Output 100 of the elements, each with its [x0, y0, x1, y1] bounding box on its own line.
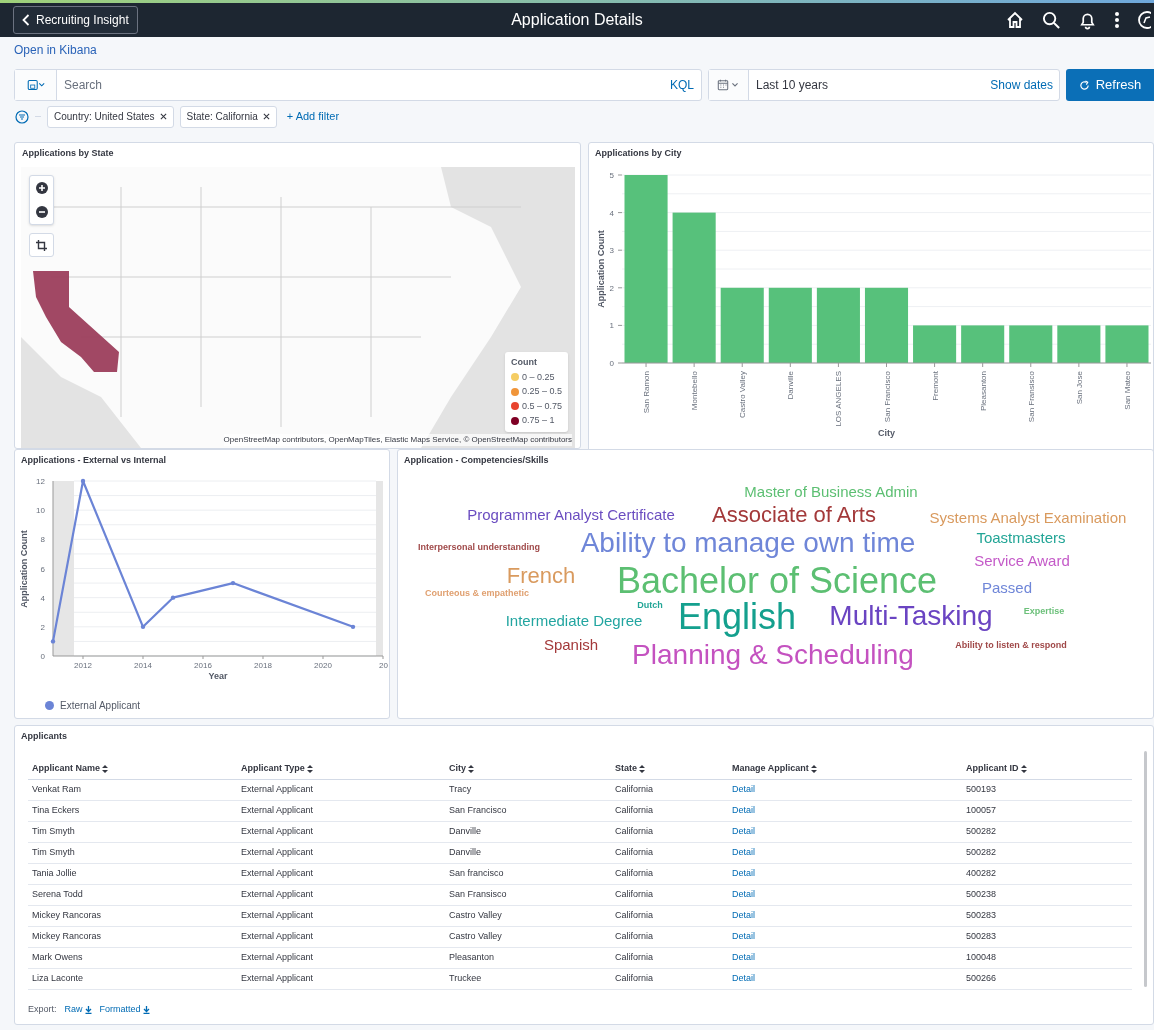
- detail-link[interactable]: Detail: [732, 805, 755, 816]
- table-cell-text: California: [614, 888, 655, 902]
- scrollbar[interactable]: [1144, 751, 1147, 987]
- axis-tick-label: 2016: [194, 661, 212, 670]
- axis-title: Application Count: [19, 530, 29, 608]
- detail-link[interactable]: Detail: [732, 784, 755, 795]
- table-cell-text: San Fransisco: [448, 888, 508, 902]
- column-header[interactable]: Applicant Name: [28, 761, 237, 776]
- table-cell-text: External Applicant: [240, 804, 315, 818]
- word-cloud-term: Toastmasters: [976, 529, 1066, 545]
- word-cloud-term: English: [677, 599, 797, 635]
- open-in-kibana-link[interactable]: Open in Kibana: [14, 41, 97, 59]
- axis-tick-label: 4: [609, 208, 614, 218]
- detail-link[interactable]: Detail: [732, 973, 755, 984]
- table-cell-text: San Francisco: [448, 804, 508, 818]
- table-cell-text: 500282: [965, 846, 998, 860]
- kql-button[interactable]: KQL: [663, 70, 701, 100]
- filter-icon[interactable]: [15, 109, 29, 124]
- show-dates-button[interactable]: Show dates: [984, 76, 1059, 94]
- add-filter-link[interactable]: + Add filter: [286, 108, 340, 125]
- axis-title: Application Count: [596, 230, 606, 308]
- quick-select-button[interactable]: [709, 70, 749, 100]
- table-cell-text: California: [614, 867, 655, 881]
- column-header[interactable]: Applicant ID: [962, 761, 1132, 776]
- table-cell-text: Venkat Ram: [31, 783, 83, 797]
- detail-link[interactable]: Detail: [732, 826, 755, 837]
- column-header[interactable]: Applicant Type: [237, 761, 445, 776]
- word-cloud-term: Associate of Arts: [712, 504, 876, 526]
- saved-query-button[interactable]: [15, 70, 57, 100]
- table-cell-text: External Applicant: [240, 867, 315, 881]
- axis-tick-label: 12: [36, 477, 45, 486]
- category-label: San Mateo: [1122, 371, 1132, 410]
- legend-label[interactable]: External Applicant: [60, 698, 141, 713]
- detail-link[interactable]: Detail: [732, 931, 755, 942]
- detail-link[interactable]: Detail: [732, 910, 755, 921]
- export-label: Export:: [28, 1003, 57, 1016]
- table-cell-text: Serena Todd: [31, 888, 84, 902]
- floppy-disk-icon: [26, 79, 45, 91]
- word-cloud-term: Programmer Analyst Certificate: [467, 506, 675, 522]
- table-cell-text: Liza Laconte: [31, 972, 85, 986]
- column-header[interactable]: City: [445, 761, 611, 776]
- table-cell-text: External Applicant: [240, 972, 315, 986]
- axis-tick-label: 2: [40, 622, 45, 632]
- category-label: Castro Valley: [738, 371, 748, 418]
- column-header[interactable]: State: [611, 761, 728, 776]
- table-cell-text: California: [614, 972, 655, 986]
- export-link[interactable]: Formatted: [99, 1003, 150, 1017]
- axis-tick-label: 3: [609, 246, 614, 256]
- table-cell-text: California: [614, 909, 655, 923]
- detail-link[interactable]: Detail: [732, 889, 755, 900]
- sort-icon: [810, 764, 817, 773]
- home-icon[interactable]: [1005, 10, 1025, 30]
- table-cell-text: Pleasanton: [448, 951, 496, 965]
- filter-pill[interactable]: State: California: [179, 105, 277, 128]
- category-label: Fremont: [930, 371, 940, 401]
- compass-icon[interactable]: [1137, 10, 1151, 30]
- bar: [913, 325, 957, 363]
- category-label: San Ramon: [642, 371, 652, 414]
- notification-bell-icon[interactable]: [1078, 10, 1097, 30]
- word-cloud-term: Ability to listen & respond: [955, 640, 1067, 650]
- table-cell-text: California: [614, 825, 655, 839]
- search-icon[interactable]: [1042, 10, 1061, 30]
- data-point: [350, 624, 356, 630]
- word-cloud-term: Ability to manage own time: [580, 529, 916, 557]
- column-header[interactable]: Manage Applicant: [728, 761, 962, 776]
- close-icon[interactable]: [159, 113, 167, 120]
- filter-pill[interactable]: Country: United States: [47, 105, 174, 128]
- axis-title: Year: [208, 671, 228, 681]
- table-cell-text: 500266: [965, 972, 998, 986]
- more-options-icon[interactable]: [1114, 10, 1120, 30]
- axis-tick-label: 2020: [314, 661, 332, 670]
- table-cell-text: California: [614, 846, 655, 860]
- crop-button[interactable]: [29, 233, 54, 257]
- refresh-button[interactable]: Refresh: [1066, 69, 1154, 101]
- filter-label[interactable]: Country: United States: [54, 109, 155, 124]
- detail-link[interactable]: Detail: [732, 847, 755, 858]
- close-icon[interactable]: [262, 113, 270, 120]
- chevron-left-icon: [22, 14, 30, 26]
- time-range-text[interactable]: Last 10 years: [749, 76, 985, 94]
- export-link[interactable]: Raw: [64, 1003, 92, 1017]
- table-cell-text: Danville: [448, 846, 482, 860]
- table-cell-text: 500283: [965, 909, 998, 923]
- table-cell-text: 500238: [965, 888, 998, 902]
- detail-link[interactable]: Detail: [732, 868, 755, 879]
- back-button[interactable]: Recruiting Insight: [13, 6, 138, 34]
- axis-tick-label: 2018: [254, 661, 272, 670]
- refresh-icon: [1078, 79, 1090, 91]
- category-label: San Jose: [1074, 371, 1084, 405]
- search-field[interactable]: Search KQL: [14, 69, 702, 101]
- table-cell-text: California: [614, 804, 655, 818]
- table-cell-text: Mickey Rancoras: [31, 930, 103, 944]
- filter-label[interactable]: State: California: [186, 109, 258, 124]
- table-cell-text: 500283: [965, 930, 998, 944]
- table-cell-text: Tim Smyth: [31, 825, 76, 839]
- data-point: [50, 639, 56, 644]
- panel-title: Applications by State: [22, 147, 114, 160]
- data-point: [230, 580, 236, 586]
- word-cloud-term: Expertise: [1023, 606, 1065, 616]
- detail-link[interactable]: Detail: [732, 952, 755, 963]
- word-cloud-term: Planning & Scheduling: [632, 641, 914, 669]
